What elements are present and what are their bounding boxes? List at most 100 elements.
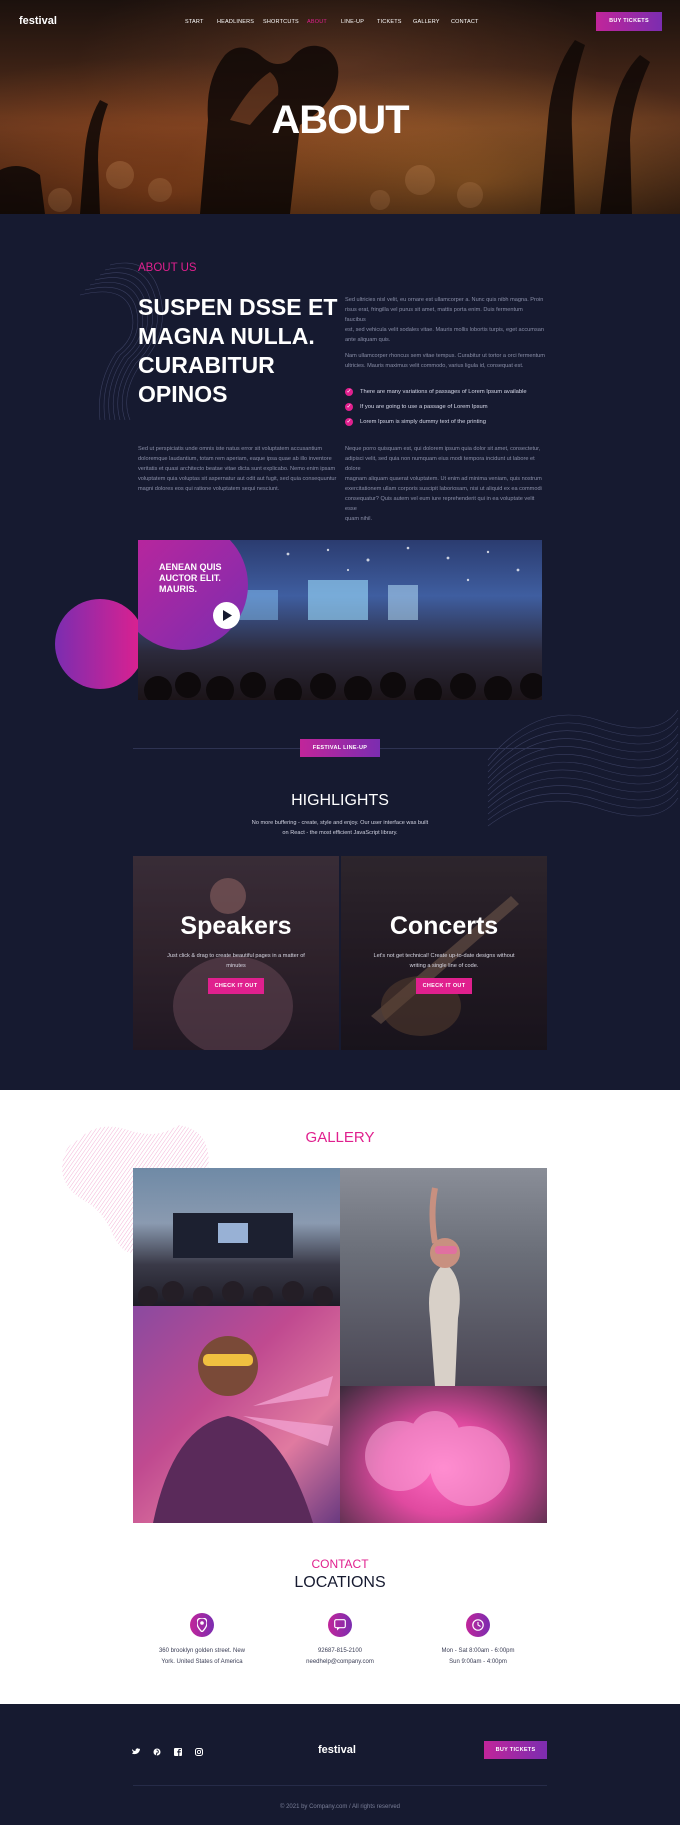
nav-shortcuts[interactable]: SHORTCUTS: [263, 19, 299, 25]
nav-line-up[interactable]: LINE-UP: [341, 19, 364, 25]
hours-line: Sun 9:00am - 4:00pm: [449, 1659, 507, 1665]
about-paragraph-3-right: Neque porro quisquam est, qui dolorem ip…: [345, 444, 545, 524]
description-line: writing a single line of code.: [409, 963, 479, 969]
gallery-photo-dancer[interactable]: [340, 1168, 547, 1386]
about-heading-line: MAGNA NULLA.: [138, 323, 315, 349]
nav-gallery[interactable]: GALLERY: [413, 19, 440, 25]
gallery-title: GALLERY: [305, 1129, 375, 1146]
paragraph-line: risus erat, fringilla vel purus sit amet…: [345, 307, 523, 323]
description-line: minutes: [226, 963, 246, 969]
pinterest-icon[interactable]: [153, 1748, 161, 1758]
about-paragraph-3-left: Sed ut perspiciatis unde omnis iste natu…: [138, 444, 338, 494]
instagram-icon[interactable]: [195, 1748, 203, 1758]
description-line: Just click & drag to create beautiful pa…: [167, 953, 305, 959]
paragraph-line: consequatur? Quis autem vel eum iure rep…: [345, 496, 535, 512]
address-line: York. United States of America: [161, 1659, 243, 1665]
paragraph-line: veritatis et quasi architecto beatae vit…: [138, 466, 336, 472]
paragraph-line: ante aliquam quis.: [345, 337, 391, 343]
footer-logo[interactable]: festival: [318, 1744, 356, 1756]
gallery-grid: [133, 1168, 547, 1523]
footer: festival BUY TICKETS © 2021 by Company.c…: [0, 1704, 680, 1825]
card-title: Speakers: [180, 912, 292, 940]
nav-about[interactable]: ABOUT: [307, 19, 327, 25]
about-heading-line: CURABITUR: [138, 352, 275, 378]
decorative-wave-lines: [487, 709, 679, 827]
buy-tickets-button[interactable]: BUY TICKETS: [596, 12, 662, 31]
contact-phone-email: 92687-815-2100 needhelp@company.com: [280, 1646, 400, 1668]
check-it-out-button[interactable]: CHECK IT OUT: [416, 978, 472, 994]
nav-headliners[interactable]: HEADLINERS: [217, 19, 254, 25]
description-line: Let's not get technical! Create up-to-da…: [373, 953, 515, 959]
subtitle-line: No more buffering - create, style and en…: [251, 820, 429, 826]
card-description: Just click & drag to create beautiful pa…: [163, 951, 309, 971]
gallery-photo-carnival[interactable]: [133, 1306, 340, 1523]
contact-address: 360 brooklyn golden street. New York. Un…: [142, 1646, 262, 1668]
check-item: Lorem Ipsum is simply dummy text of the …: [360, 419, 486, 425]
nav-tickets[interactable]: TICKETS: [377, 19, 402, 25]
footer-divider: [133, 1785, 547, 1786]
nav-start[interactable]: START: [185, 19, 204, 25]
paragraph-line: magnam aliquam quaerat voluptatem. Ut en…: [345, 476, 542, 482]
contact-hours: Mon - Sat 8:00am - 6:00pm Sun 9:00am - 4…: [418, 1646, 538, 1668]
page-title: ABOUT: [271, 98, 409, 142]
gallery-photo-stage[interactable]: [133, 1168, 340, 1306]
festival-line-up-badge[interactable]: FESTIVAL LINE-UP: [300, 739, 380, 757]
check-it-out-button[interactable]: CHECK IT OUT: [208, 978, 264, 994]
check-icon: ✓: [345, 418, 353, 426]
copyright: © 2021 by Company.com / All rights reser…: [279, 1804, 401, 1810]
paragraph-line: doloremque laudantium, totam rem aperiam…: [138, 456, 332, 462]
paragraph-line: Sed ultricies nisl velit, eu ornare est …: [345, 297, 544, 303]
video-caption: AENEAN QUIS AUCTOR ELIT. MAURIS.: [159, 562, 222, 595]
caption-line: AUCTOR ELIT.: [159, 573, 221, 583]
paragraph-line: exercitationem ullam corporis suscipit l…: [345, 486, 542, 492]
footer-buy-tickets-button[interactable]: BUY TICKETS: [484, 1741, 547, 1759]
paragraph-line: magni dolores eos qui ratione voluptatem…: [138, 486, 280, 492]
hours-line: Mon - Sat 8:00am - 6:00pm: [441, 1648, 515, 1654]
about-heading: SUSPEN DSSE ET MAGNA NULLA. CURABITUR OP…: [138, 293, 337, 409]
subtitle-line: on React - the most efficient JavaScript…: [282, 830, 398, 836]
stage-crowd-image: [138, 1213, 333, 1306]
about-eyebrow: ABOUT US: [138, 262, 197, 274]
paragraph-line: adipisci velit, sed quia non numquam eiu…: [345, 456, 535, 472]
decorative-circle: [55, 599, 145, 689]
twitter-icon[interactable]: [131, 1748, 140, 1757]
about-paragraph-2: Nam ullamcorper rhoncus sem vitae tempus…: [345, 351, 545, 371]
about-paragraph-1: Sed ultricies nisl velit, eu ornare est …: [345, 295, 545, 345]
email-line[interactable]: needhelp@company.com: [280, 1657, 400, 1668]
card-description: Let's not get technical! Create up-to-da…: [371, 951, 517, 971]
nav-contact[interactable]: CONTACT: [451, 19, 479, 25]
location-pin-icon: [190, 1613, 214, 1637]
highlights-title: HIGHLIGHTS: [291, 792, 389, 809]
paragraph-line: Nam ullamcorper rhoncus sem vitae tempus…: [345, 353, 545, 359]
carnival-image: [153, 1336, 333, 1523]
dancer-image: [429, 1187, 460, 1386]
about-heading-line: OPINOS: [138, 381, 228, 407]
chat-bubble-icon: [328, 1613, 352, 1637]
phone-line[interactable]: 92687-815-2100: [280, 1646, 400, 1657]
address-line: 360 brooklyn golden street. New: [158, 1648, 246, 1654]
highlights-subtitle: No more buffering - create, style and en…: [240, 818, 440, 838]
logo[interactable]: festival: [19, 15, 57, 27]
caption-line: MAURIS.: [159, 584, 197, 594]
facebook-icon[interactable]: [174, 1748, 182, 1758]
paragraph-line: Sed ut perspiciatis unde omnis iste natu…: [138, 446, 323, 452]
about-heading-line: SUSPEN DSSE ET: [138, 294, 338, 320]
video-thumbnail[interactable]: AENEAN QUIS AUCTOR ELIT. MAURIS.: [138, 540, 542, 700]
gallery-photo-color-powder[interactable]: [340, 1386, 547, 1523]
paragraph-line: est, sed vehicula velit sodales vitae. M…: [345, 327, 544, 333]
paragraph-line: quam nihil.: [345, 516, 373, 522]
speakers-card[interactable]: Speakers Just click & drag to create bea…: [133, 856, 339, 1050]
concerts-card[interactable]: Concerts Let's not get technical! Create…: [341, 856, 547, 1050]
paragraph-line: voluptatem quia voluptas sit aspernatur …: [138, 476, 337, 482]
check-icon: ✓: [345, 403, 353, 411]
caption-line: AENEAN QUIS: [159, 562, 222, 572]
check-item: There are many variations of passages of…: [360, 389, 527, 395]
check-item: If you are going to use a passage of Lor…: [360, 404, 488, 410]
card-title: Concerts: [389, 912, 499, 940]
play-button[interactable]: [213, 602, 240, 629]
play-icon: [223, 610, 232, 621]
color-powder-image: [365, 1411, 510, 1506]
contact-eyebrow: CONTACT: [311, 1557, 369, 1571]
locations-title: LOCATIONS: [294, 1574, 386, 1591]
paragraph-line: Neque porro quisquam est, qui dolorem ip…: [345, 446, 541, 452]
